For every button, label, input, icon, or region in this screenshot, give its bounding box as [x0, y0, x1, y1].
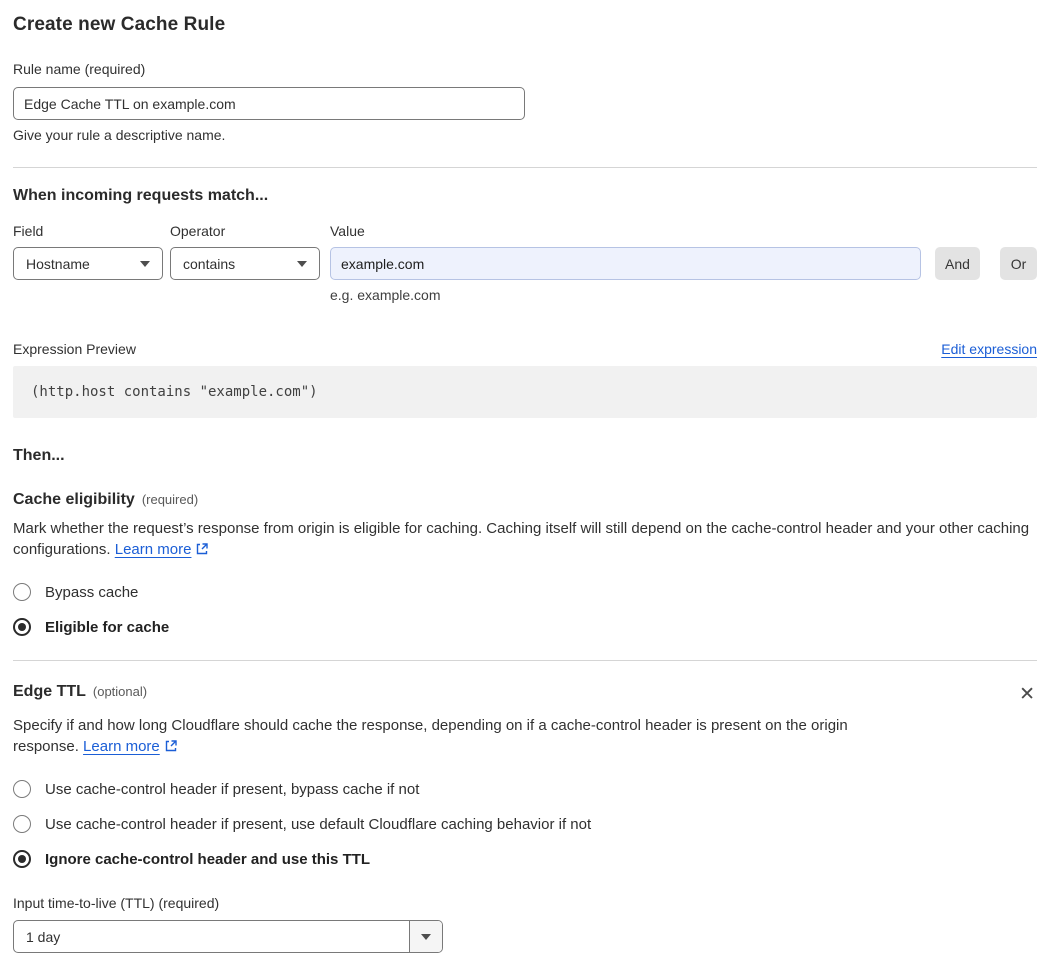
value-input[interactable]: [330, 247, 921, 280]
chevron-down-icon: [140, 260, 150, 267]
radio-button-icon: [13, 815, 31, 833]
edge-ttl-radio-group: Use cache-control header if present, byp…: [13, 780, 1037, 868]
edge-ttl-learn-more-link[interactable]: Learn more: [83, 738, 178, 755]
radio-button-icon: [13, 780, 31, 798]
expression-preview-box: (http.host contains "example.com"): [13, 366, 1037, 418]
and-button[interactable]: And: [935, 247, 980, 280]
ttl-select[interactable]: 1 day: [13, 920, 443, 953]
chevron-down-icon: [421, 933, 431, 940]
match-section-heading: When incoming requests match...: [13, 187, 269, 204]
external-link-icon: [165, 740, 177, 752]
edit-expression-link[interactable]: Edit expression: [941, 341, 1037, 357]
ttl-select-value: 1 day: [26, 928, 61, 945]
create-cache-rule-form: Create new Cache Rule Rule name (require…: [0, 0, 1058, 953]
radio-bypass-cache[interactable]: Bypass cache: [13, 583, 1037, 601]
close-icon[interactable]: ✕: [1017, 683, 1037, 706]
cache-eligibility-title: Cache eligibility: [13, 491, 135, 508]
operator-select-value: contains: [183, 255, 236, 272]
value-label: Value: [330, 223, 365, 239]
radio-label: Use cache-control header if present, byp…: [45, 780, 420, 798]
rule-name-helper: Give your rule a descriptive name.: [13, 127, 226, 143]
radio-label: Eligible for cache: [45, 618, 170, 636]
radio-use-header-default-if-not[interactable]: Use cache-control header if present, use…: [13, 815, 1037, 833]
section-divider: [13, 167, 1037, 168]
value-helper: e.g. example.com: [330, 287, 441, 303]
page-title: Create new Cache Rule: [13, 14, 226, 35]
radio-label: Ignore cache-control header and use this…: [45, 850, 371, 868]
radio-eligible-for-cache[interactable]: Eligible for cache: [13, 618, 1037, 636]
cache-eligibility-radio-group: Bypass cache Eligible for cache: [13, 583, 1037, 636]
radio-use-header-bypass-if-not[interactable]: Use cache-control header if present, byp…: [13, 780, 1037, 798]
ttl-select-dropdown-button[interactable]: [409, 921, 442, 952]
cache-eligibility-learn-more-link[interactable]: Learn more: [115, 541, 210, 558]
edge-ttl-description: Specify if and how long Cloudflare shoul…: [13, 715, 853, 757]
edge-ttl-optional-flag: (optional): [92, 684, 148, 699]
operator-label: Operator: [170, 223, 226, 239]
ttl-input-label: Input time-to-live (TTL) (required): [13, 895, 220, 911]
section-divider: [13, 660, 1037, 661]
edge-ttl-title: Edge TTL: [13, 683, 86, 700]
rule-name-label: Rule name (required): [13, 61, 146, 77]
radio-label: Bypass cache: [45, 583, 139, 601]
field-select-value: Hostname: [26, 255, 90, 272]
external-link-icon: [197, 543, 209, 555]
learn-more-label: Learn more: [114, 541, 192, 558]
radio-button-icon: [13, 618, 31, 636]
then-heading: Then...: [13, 447, 65, 464]
expression-preview-label: Expression Preview: [13, 341, 136, 357]
radio-button-icon: [13, 850, 31, 868]
chevron-down-icon: [297, 260, 307, 267]
operator-select[interactable]: contains: [170, 247, 320, 280]
rule-name-input[interactable]: [13, 87, 525, 120]
field-label: Field: [13, 223, 44, 239]
field-select[interactable]: Hostname: [13, 247, 163, 280]
radio-ignore-header-use-ttl[interactable]: Ignore cache-control header and use this…: [13, 850, 1037, 868]
learn-more-label: Learn more: [83, 738, 160, 755]
cache-eligibility-description: Mark whether the request’s response from…: [13, 518, 1037, 560]
radio-label: Use cache-control header if present, use…: [45, 815, 592, 833]
cache-eligibility-required-flag: (required): [141, 492, 199, 507]
radio-button-icon: [13, 583, 31, 601]
or-button[interactable]: Or: [1000, 247, 1037, 280]
